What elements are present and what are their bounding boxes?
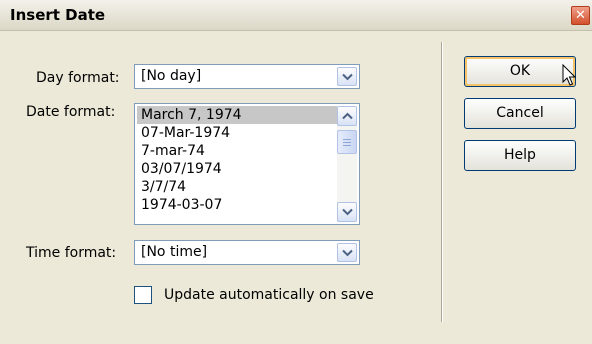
chevron-down-icon bbox=[342, 208, 353, 216]
cancel-button[interactable]: Cancel bbox=[464, 98, 576, 129]
scroll-thumb[interactable] bbox=[337, 130, 357, 154]
mouse-pointer-icon bbox=[562, 64, 577, 86]
list-item[interactable]: 3/7/74 bbox=[137, 178, 337, 196]
update-automatically-label[interactable]: Update automatically on save bbox=[164, 287, 374, 303]
chevron-down-icon bbox=[342, 249, 353, 256]
list-item-selected[interactable]: March 7, 1974 bbox=[137, 106, 337, 124]
time-format-dropdown-button[interactable] bbox=[337, 243, 357, 262]
day-format-value: [No day] bbox=[141, 68, 202, 84]
title-bar: Insert Date ✕ bbox=[0, 0, 592, 31]
scroll-up-button[interactable] bbox=[337, 106, 357, 126]
time-format-select[interactable]: [No time] bbox=[134, 240, 360, 265]
list-item[interactable]: 1974-03-07 bbox=[137, 196, 337, 214]
list-item[interactable]: 03/07/1974 bbox=[137, 160, 337, 178]
date-format-label: Date format: bbox=[26, 104, 116, 120]
chevron-up-icon bbox=[342, 112, 353, 120]
vertical-divider bbox=[441, 42, 442, 322]
time-format-label: Time format: bbox=[26, 245, 117, 261]
close-button[interactable]: ✕ bbox=[571, 6, 590, 25]
day-format-dropdown-button[interactable] bbox=[337, 67, 357, 86]
date-format-listbox[interactable]: March 7, 1974 07-Mar-1974 7-mar-74 03/07… bbox=[134, 103, 360, 225]
day-format-label: Day format: bbox=[36, 70, 120, 86]
date-format-items: March 7, 1974 07-Mar-1974 7-mar-74 03/07… bbox=[137, 106, 337, 214]
day-format-select[interactable]: [No day] bbox=[134, 64, 360, 89]
help-button[interactable]: Help bbox=[464, 140, 576, 171]
time-format-value: [No time] bbox=[141, 244, 208, 260]
list-item[interactable]: 07-Mar-1974 bbox=[137, 124, 337, 142]
scroll-down-button[interactable] bbox=[337, 202, 357, 222]
date-format-scrollbar[interactable] bbox=[337, 106, 357, 222]
chevron-down-icon bbox=[342, 73, 353, 80]
close-icon: ✕ bbox=[575, 8, 586, 23]
ok-button[interactable]: OK bbox=[464, 56, 576, 87]
list-item[interactable]: 7-mar-74 bbox=[137, 142, 337, 160]
update-automatically-checkbox[interactable] bbox=[134, 286, 152, 304]
dialog-title: Insert Date bbox=[10, 6, 106, 24]
